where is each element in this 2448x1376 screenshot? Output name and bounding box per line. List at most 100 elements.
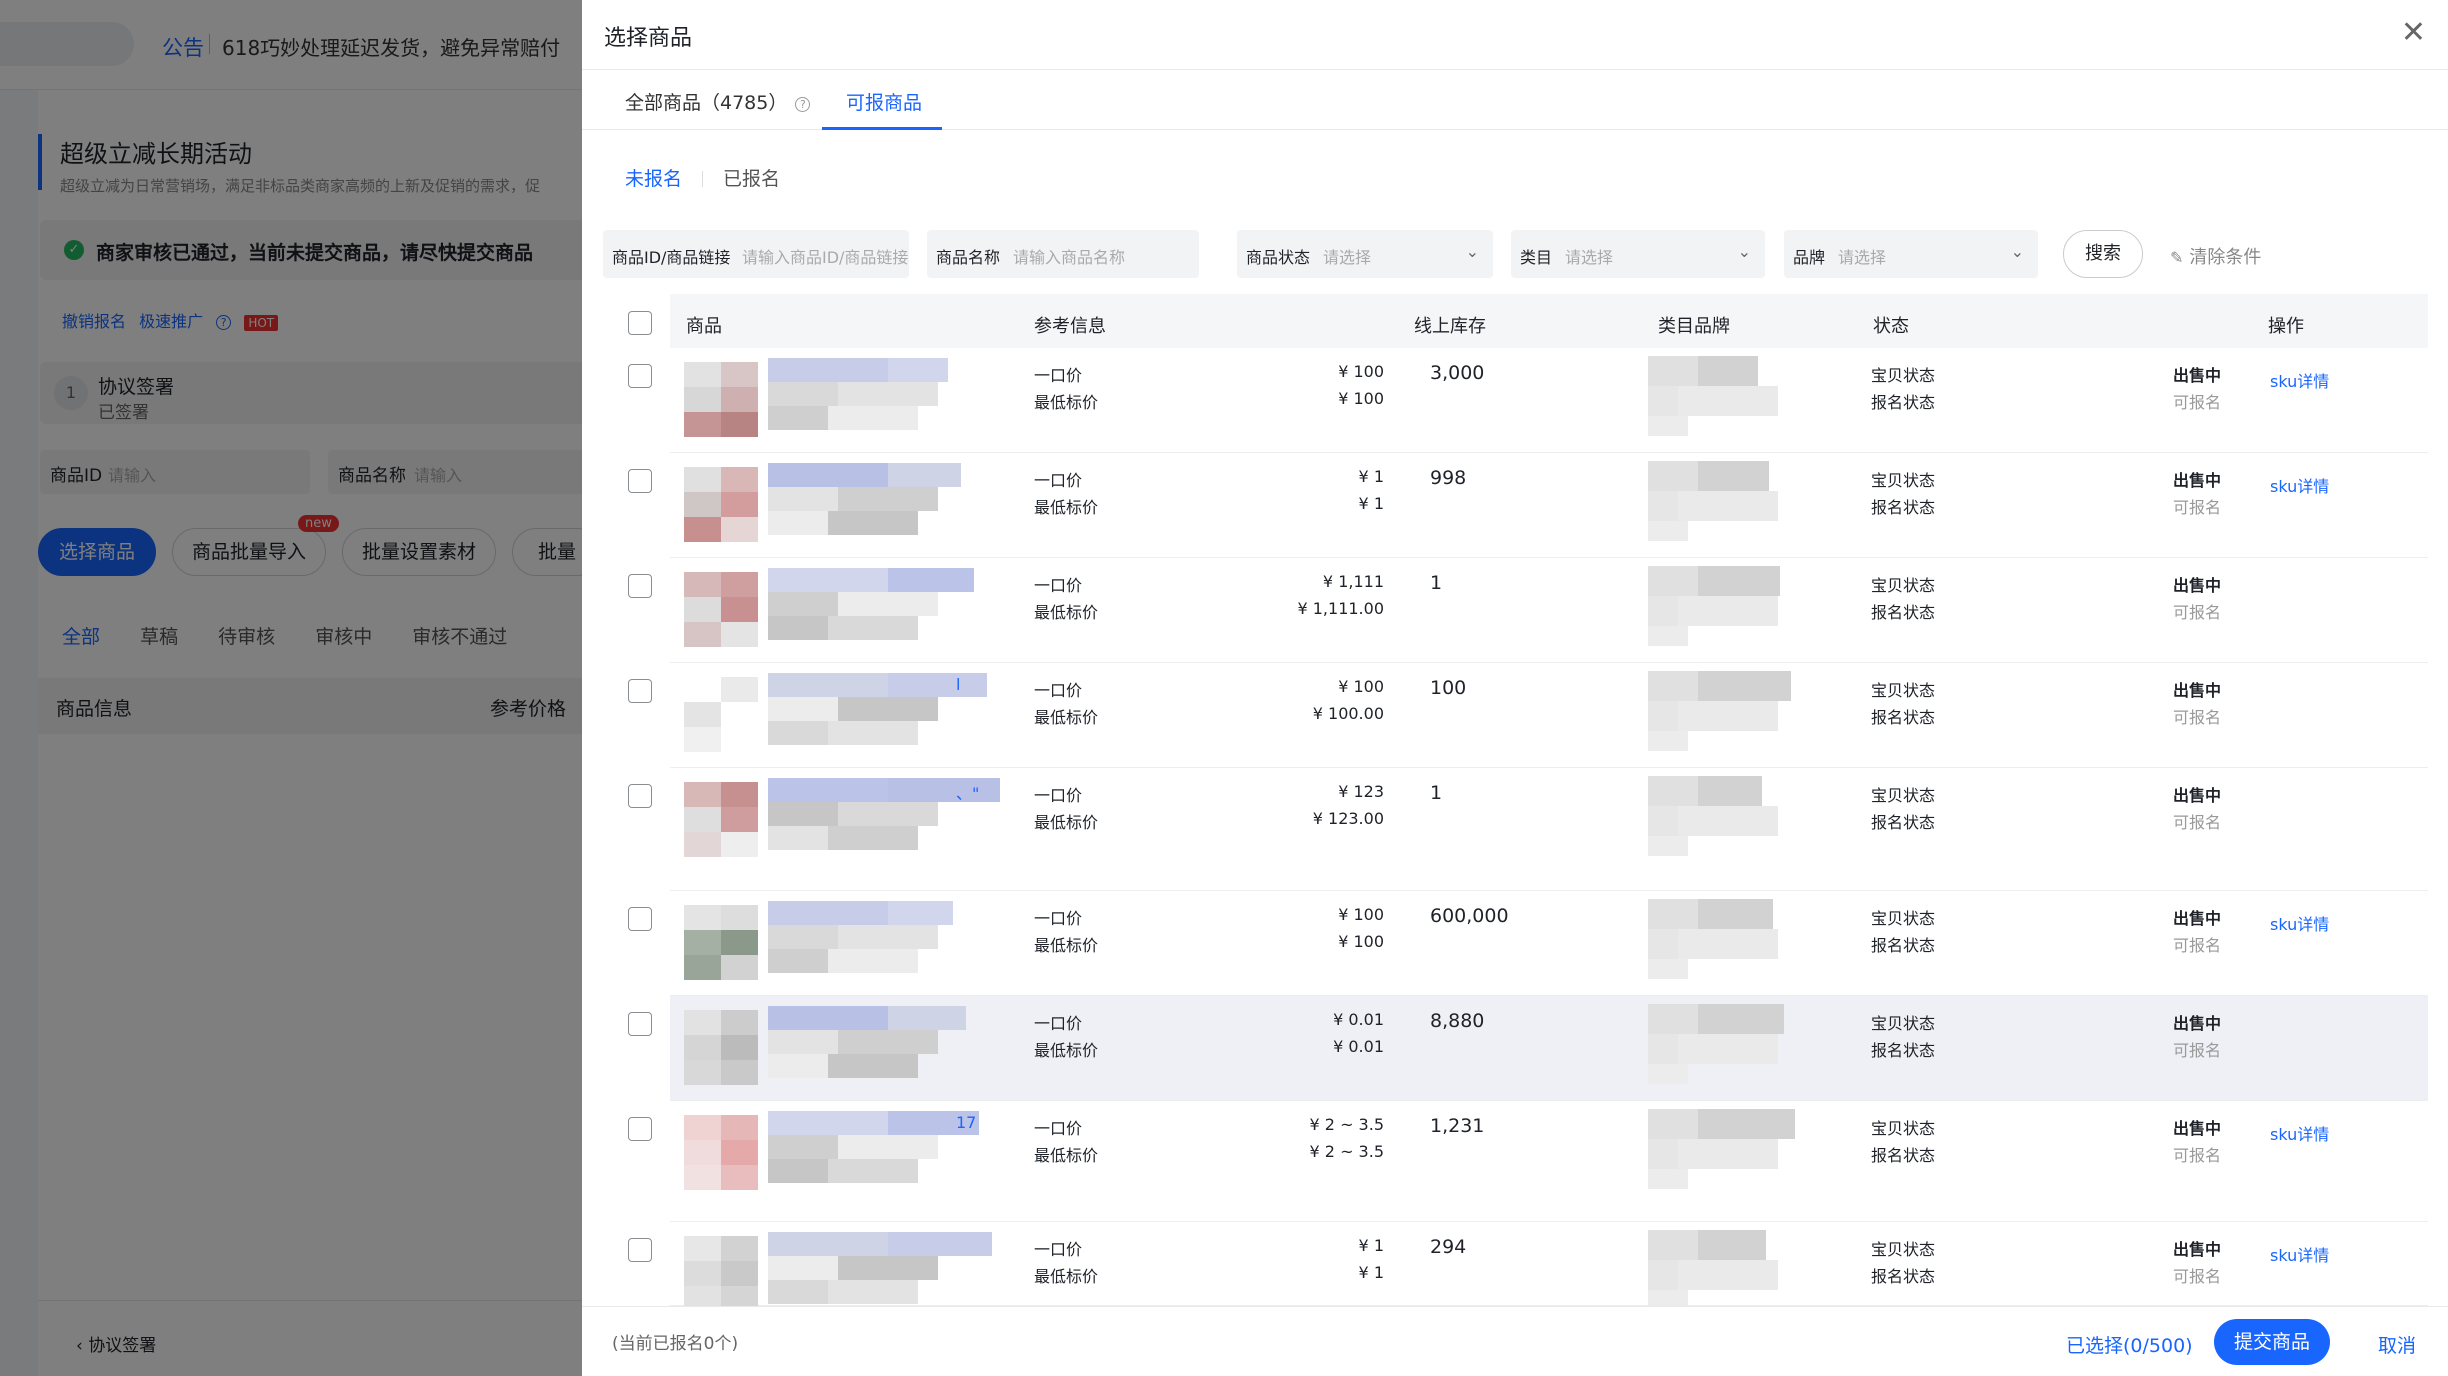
blur-block <box>768 802 838 826</box>
clear-filters-button[interactable]: ✎ 清除条件 <box>2170 243 2261 269</box>
help-icon[interactable]: ? <box>795 97 811 112</box>
product-name-blurred[interactable] <box>768 673 988 763</box>
signup-status-label: 报名状态 <box>1871 1041 1936 1060</box>
blur-block <box>1648 596 1678 626</box>
sku-detail-link[interactable]: sku详情 <box>2270 1121 2329 1145</box>
table-row[interactable]: 17 一口价 ¥ 2 ~ 3.5 最低标价 ¥ 2 ~ 3.5 1,231 宝贝状态 出售中报… <box>606 1101 2428 1222</box>
filter-label: 品牌 <box>1793 248 1826 267</box>
blur-block <box>1698 1109 1795 1139</box>
product-thumbnail[interactable] <box>684 467 758 542</box>
signup-status-value: 可报名 <box>2172 1146 2221 1165</box>
tab-all-products[interactable]: 全部商品（4785）? <box>625 88 811 115</box>
product-name-fragment[interactable]: l <box>956 675 960 694</box>
select-products-drawer: 选择商品 ✕ 全部商品（4785）? 可报商品 未报名 已报名 商品ID/商品链接… <box>582 0 2448 1376</box>
thumbnail-pixel <box>721 597 758 622</box>
sku-detail-link[interactable]: sku详情 <box>2270 911 2329 935</box>
table-row[interactable]: 一口价 ¥ 100 最低标价 ¥ 100 3,000 宝贝状态 出售中 报名状态 可报名 sku详… <box>606 348 2428 453</box>
sku-detail-link[interactable]: sku详情 <box>2270 1242 2329 1266</box>
subtab-signed[interactable]: 已报名 <box>723 168 780 190</box>
row-checkbox[interactable] <box>628 1117 652 1141</box>
row-checkbox[interactable] <box>628 907 652 931</box>
thumbnail-pixel <box>721 1010 758 1035</box>
table-row[interactable]: 一口价 ¥ 1 最低标价 ¥ 1 294 宝贝状态 出售中 报名状态 可报名 sku详情 <box>606 1222 2428 1311</box>
filter-product-id[interactable]: 商品ID/商品链接 请输入商品ID/商品链接 <box>603 230 909 278</box>
drawer-title: 选择商品 <box>604 26 693 51</box>
row-checkbox[interactable] <box>628 679 652 703</box>
close-icon[interactable]: ✕ <box>2401 18 2426 48</box>
row-checkbox[interactable] <box>628 1238 652 1262</box>
thumbnail-pixel <box>721 930 758 955</box>
signup-status-line: 报名状态 可报名 <box>1871 809 2221 836</box>
product-name-blurred[interactable] <box>768 463 988 553</box>
signup-status-line: 报名状态 可报名 <box>1871 1263 2221 1290</box>
status-info: 宝贝状态 出售中 报名状态 可报名 <box>1871 782 2221 836</box>
price-label: 一口价 <box>1034 786 1083 805</box>
blur-block <box>1648 356 1698 386</box>
lowest-label: 最低标价 <box>1034 708 1099 727</box>
product-name-fragment[interactable]: 、" <box>956 780 979 804</box>
filter-category[interactable]: 类目 请选择 ⌄ <box>1511 230 1765 278</box>
submit-products-button[interactable]: 提交商品 <box>2214 1319 2330 1365</box>
table-row[interactable]: 、" 一口价 ¥ 123 最低标价 ¥ 123.00 1 宝贝状态 出售中 报名状态 可报名 <box>606 768 2428 891</box>
table-row[interactable]: l 一口价 ¥ 100 最低标价 ¥ 100.00 100 宝贝状态 出售中 报名状态 可报名 <box>606 663 2428 768</box>
table-row[interactable]: 一口价 ¥ 100 最低标价 ¥ 100 600,000 宝贝状态 出售中 报名状态 可报名 sk… <box>606 891 2428 996</box>
blur-block <box>888 1006 966 1030</box>
table-row[interactable]: 一口价 ¥ 1 最低标价 ¥ 1 998 宝贝状态 出售中 报名状态 可报名 sku详情 <box>606 453 2428 558</box>
product-name-blurred[interactable] <box>768 1006 988 1096</box>
table-row[interactable]: 一口价 ¥ 1,111 最低标价 ¥ 1,111.00 1 宝贝状态 出售中 报名状态 可报名 <box>606 558 2428 663</box>
thumbnail-pixel <box>684 782 721 807</box>
product-name-blurred[interactable] <box>768 1111 988 1201</box>
product-name-blurred[interactable] <box>768 778 1000 868</box>
product-thumbnail[interactable] <box>684 905 758 980</box>
product-name-fragment[interactable]: 17 <box>956 1113 976 1132</box>
item-status-value: 出售中 <box>2172 576 2221 595</box>
sku-detail-link[interactable]: sku详情 <box>2270 473 2329 497</box>
category-brand-blurred <box>1648 566 1820 658</box>
price-label: 一口价 <box>1034 681 1083 700</box>
search-button[interactable]: 搜索 <box>2063 230 2143 278</box>
filter-product-status[interactable]: 商品状态 请选择 ⌄ <box>1237 230 1493 278</box>
row-checkbox[interactable] <box>628 469 652 493</box>
cancel-button[interactable]: 取消 <box>2378 1331 2416 1358</box>
product-thumbnail[interactable] <box>684 572 758 647</box>
category-brand-blurred <box>1648 1109 1820 1201</box>
selected-count[interactable]: 已选择(0/500) <box>2066 1331 2193 1358</box>
status-info: 宝贝状态 出售中 报名状态 可报名 <box>1871 467 2221 521</box>
row-checkbox[interactable] <box>628 364 652 388</box>
product-thumbnail[interactable] <box>684 782 758 857</box>
drawer-tabs: 全部商品（4785）? 可报商品 <box>582 70 2448 130</box>
item-status-value: 出售中 <box>2172 1014 2221 1033</box>
product-thumbnail[interactable] <box>684 1010 758 1085</box>
table-row[interactable]: 一口价 ¥ 0.01 最低标价 ¥ 0.01 8,880 宝贝状态 出售中 报名状态 可报名 <box>606 996 2428 1101</box>
row-checkbox[interactable] <box>628 574 652 598</box>
signup-status-value: 可报名 <box>2172 498 2221 517</box>
tab-eligible-products[interactable]: 可报商品 <box>846 88 922 115</box>
product-thumbnail[interactable] <box>684 677 758 752</box>
row-checkbox[interactable] <box>628 784 652 808</box>
sku-detail-link[interactable]: sku详情 <box>2270 368 2329 392</box>
thumbnail-pixel <box>721 1261 758 1286</box>
filter-brand[interactable]: 品牌 请选择 ⌄ <box>1784 230 2038 278</box>
blur-block <box>1698 356 1758 386</box>
blur-block <box>768 463 888 487</box>
ref-info: 一口价 ¥ 1 最低标价 ¥ 1 <box>1034 1236 1384 1290</box>
product-thumbnail[interactable] <box>684 1236 758 1311</box>
product-thumbnail[interactable] <box>684 362 758 437</box>
signup-status-value: 可报名 <box>2172 813 2221 832</box>
subtab-not-signed[interactable]: 未报名 <box>625 168 682 190</box>
stock-value: 1 <box>1430 782 1443 804</box>
product-name-blurred[interactable] <box>768 901 988 991</box>
blur-block <box>768 487 838 511</box>
product-name-blurred[interactable] <box>768 568 988 658</box>
category-brand-blurred <box>1648 1004 1820 1096</box>
blur-block <box>768 901 888 925</box>
price-value: ¥ 1 <box>1358 1236 1384 1255</box>
filter-product-name[interactable]: 商品名称 请输入商品名称 <box>927 230 1199 278</box>
blur-block <box>768 673 888 697</box>
select-all-checkbox[interactable] <box>628 311 652 335</box>
signup-status-label: 报名状态 <box>1871 936 1936 955</box>
product-name-blurred[interactable] <box>768 358 988 448</box>
row-checkbox[interactable] <box>628 1012 652 1036</box>
price-label: 一口价 <box>1034 576 1083 595</box>
product-thumbnail[interactable] <box>684 1115 758 1190</box>
